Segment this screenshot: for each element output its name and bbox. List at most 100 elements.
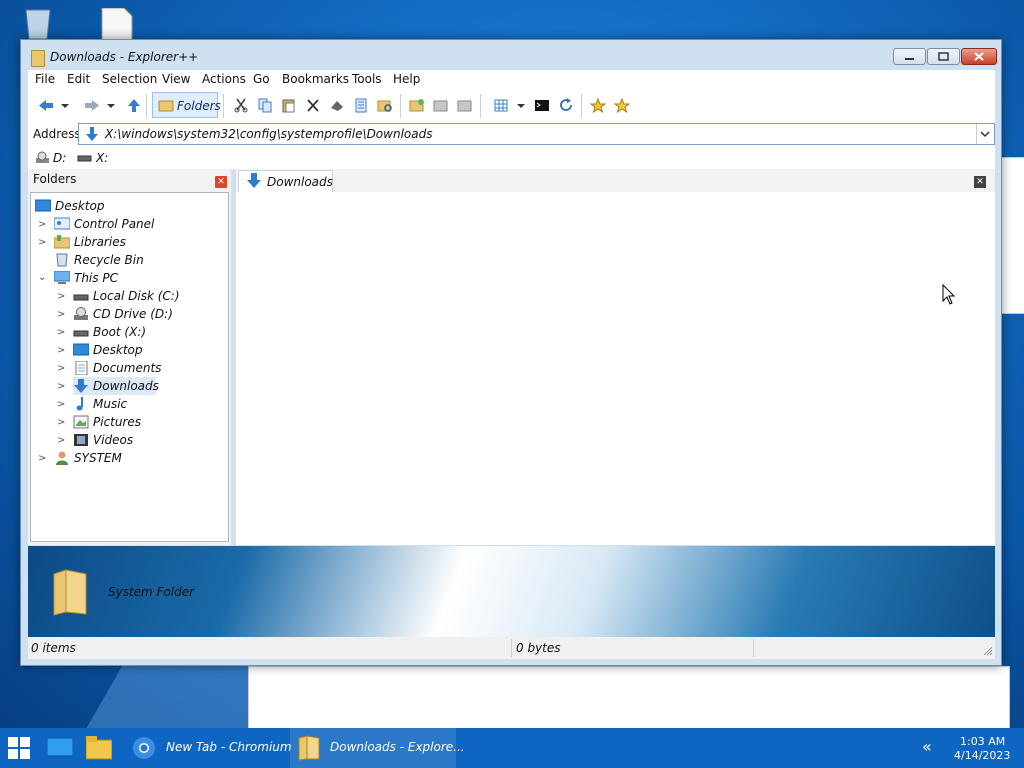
collapse-chevron-icon[interactable]: ⌄ [38,272,46,283]
chevron-down-icon[interactable] [106,98,116,113]
tree-item-label: CD Drive (D:) [93,307,173,321]
drives-bar: D: X: [28,147,995,170]
double-chevron-left-icon: « [922,737,932,756]
folders-toggle-button[interactable]: Folders [152,92,221,118]
move-to-folder-icon[interactable] [457,98,473,113]
view-grid-icon[interactable] [493,98,509,113]
menu-actions[interactable]: Actions [202,72,246,86]
tree-item-downloads[interactable]: Downloads [73,377,159,395]
expand-chevron-icon[interactable]: > [57,291,65,302]
tree-item-label: Desktop [55,199,105,213]
menu-help[interactable]: Help [393,72,420,86]
new-folder-icon[interactable] [409,98,425,113]
drive-d-button[interactable]: D: [53,151,66,165]
tree-item-label: Boot (X:) [93,325,147,339]
delete-icon[interactable] [305,98,321,113]
maximize-button[interactable] [927,48,960,65]
taskbar-chromium-label: New Tab - Chromium [166,740,292,754]
file-list[interactable] [236,192,995,545]
expand-chevron-icon[interactable]: > [57,309,65,320]
chevron-down-icon[interactable] [60,98,70,113]
cd-drive-icon [36,151,49,163]
display-window-text: System Folder [108,585,195,599]
tab-downloads[interactable]: Downloads [238,170,333,192]
expand-chevron-icon[interactable]: > [38,237,46,248]
menu-go[interactable]: Go [253,72,270,86]
taskbar-desktop-button[interactable] [42,728,78,768]
expand-chevron-icon[interactable]: > [38,219,46,230]
download-arrow-icon [74,379,88,393]
clock-time: 1:03 AM [960,735,1006,748]
search-folder-icon[interactable] [377,98,393,113]
expand-chevron-icon[interactable]: > [57,381,65,392]
start-button[interactable] [0,728,40,768]
taskbar-file-explorer-button[interactable] [80,728,118,768]
menu-file[interactable]: File [35,72,55,86]
bookmarks-icon[interactable] [614,98,630,113]
address-input[interactable]: X:\windows\system32\config\systemprofile… [78,123,995,145]
close-icon[interactable]: ✕ [215,176,227,188]
expand-chevron-icon[interactable]: > [57,345,65,356]
pictures-icon [73,415,89,429]
paste-icon[interactable] [281,98,297,113]
menu-bookmarks[interactable]: Bookmarks [282,72,349,86]
recycle-bin-desktop-icon[interactable] [18,6,62,40]
folders-pane: Folders ✕ Desktop > Control Panel > Libr… [28,169,231,545]
taskbar-clock[interactable] [944,728,1024,768]
user-icon [56,451,68,465]
status-divider [753,639,754,657]
desktop-icon [73,343,89,356]
videos-icon [74,434,88,446]
close-tab-icon[interactable]: ✕ [974,176,986,188]
show-hidden-icons-button[interactable]: « [914,728,942,768]
up-arrow-icon[interactable] [126,98,142,113]
add-bookmark-icon[interactable] [590,98,606,113]
expand-chevron-icon[interactable]: > [57,363,65,374]
folder-tree[interactable]: Desktop > Control Panel > Libraries Recy… [30,192,229,542]
tree-item-label: Videos [93,433,134,447]
recycle-bin-icon [56,253,68,267]
file-desktop-icon[interactable] [100,7,144,42]
properties-icon[interactable] [353,98,369,113]
menu-tools[interactable]: Tools [352,72,382,86]
resize-grip-icon[interactable] [983,646,993,656]
back-arrow-icon[interactable] [38,98,54,113]
expand-chevron-icon[interactable]: > [38,453,46,464]
hard-drive-icon [73,330,89,337]
tree-item-label: Desktop [93,343,143,357]
menu-view[interactable]: View [162,72,190,86]
command-prompt-icon[interactable] [534,98,550,113]
download-arrow-icon [247,173,261,188]
tree-item-label: Control Panel [74,217,155,231]
chevron-down-icon [980,131,990,138]
delete-permanently-icon[interactable] [329,98,345,113]
content-pane: Downloads ✕ [236,169,995,545]
menu-selection[interactable]: Selection [102,72,157,86]
chevron-down-icon[interactable] [516,98,526,113]
taskbar-explorerpp-button[interactable]: Downloads - Explore... [290,728,465,768]
drive-x-button[interactable]: X: [96,151,108,165]
copy-to-folder-icon[interactable] [433,98,449,113]
expand-chevron-icon[interactable]: > [57,417,65,428]
title-bar[interactable]: Downloads - Explorer++ [21,40,1001,70]
minimize-button[interactable] [893,48,926,65]
address-label: Address [33,127,81,141]
tree-item-label: Documents [93,361,162,375]
menu-bar: File Edit Selection View Actions Go Book… [28,70,995,88]
tree-item-label: This PC [74,271,118,285]
expand-chevron-icon[interactable]: > [57,399,65,410]
refresh-icon[interactable] [558,98,574,113]
menu-edit[interactable]: Edit [67,72,90,86]
cut-icon[interactable] [233,98,249,113]
close-button[interactable] [961,48,997,65]
copy-icon[interactable] [257,98,273,113]
expand-chevron-icon[interactable]: > [57,327,65,338]
cd-drive-icon [74,307,88,320]
forward-arrow-icon[interactable] [84,98,100,113]
expand-chevron-icon[interactable]: > [57,435,65,446]
toolbar-separator [146,94,147,118]
address-dropdown-button[interactable] [976,124,994,144]
taskbar-chromium-button[interactable]: New Tab - Chromium [124,728,292,768]
folders-pane-header: Folders ✕ [28,169,231,191]
folder-icon [31,50,45,67]
